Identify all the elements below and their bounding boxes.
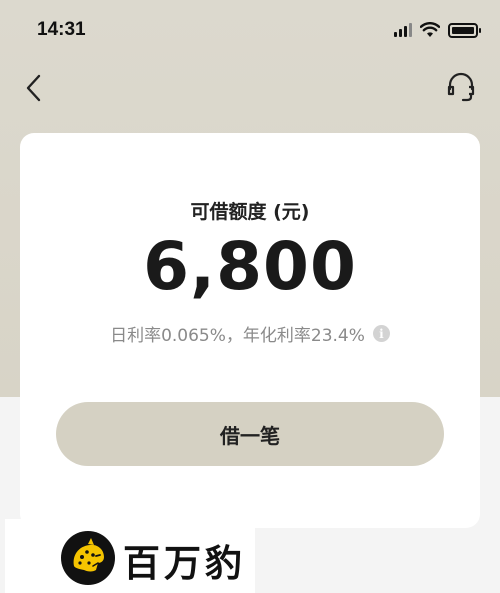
quota-amount: 6,800 xyxy=(143,228,357,305)
leopard-logo-icon xyxy=(61,531,115,585)
brand-watermark: 百万豹 xyxy=(5,519,255,593)
cellular-signal-icon xyxy=(394,23,412,37)
battery-icon xyxy=(448,22,481,38)
status-time: 14:31 xyxy=(37,19,86,40)
brand-name: 百万豹 xyxy=(123,541,246,585)
interest-rate-line: 日利率0.065%，年化利率23.4% i xyxy=(20,321,480,346)
info-icon[interactable]: i xyxy=(372,325,390,342)
status-icons xyxy=(394,20,481,40)
chevron-left-icon xyxy=(26,74,41,102)
wifi-icon xyxy=(420,22,440,37)
headset-icon xyxy=(447,72,475,102)
borrow-button[interactable]: 借一笔 xyxy=(56,402,444,466)
customer-service-button[interactable] xyxy=(444,70,478,104)
interest-rate-text: 日利率0.065%，年化利率23.4% xyxy=(110,326,365,346)
back-button[interactable] xyxy=(20,72,48,104)
quota-title: 可借额度 (元) xyxy=(190,201,310,223)
quota-card: 可借额度 (元) 6,800 日利率0.065%，年化利率23.4% i 借一笔 xyxy=(20,133,480,528)
